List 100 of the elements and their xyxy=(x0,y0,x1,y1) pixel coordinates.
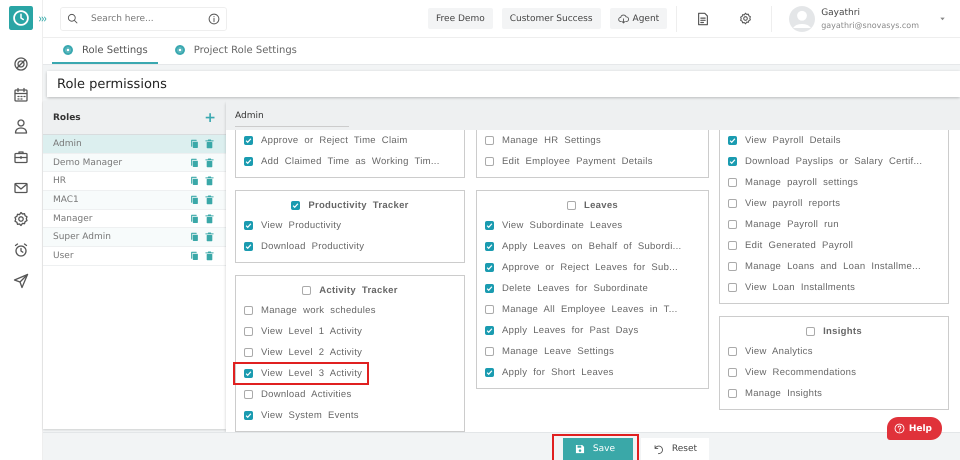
copy-icon[interactable] xyxy=(190,232,199,242)
gear-icon xyxy=(62,44,74,56)
alarm-clock-icon[interactable] xyxy=(13,242,29,258)
user-name: Gayathri xyxy=(821,8,861,18)
briefcase-icon[interactable] xyxy=(13,149,29,165)
checkbox[interactable] xyxy=(566,200,576,210)
permission-label: Edit Employee Payment Details xyxy=(502,156,653,167)
search-field[interactable]: Search here... xyxy=(60,6,227,30)
tab[interactable]: Project Role Settings xyxy=(164,38,307,64)
trash-icon[interactable] xyxy=(205,158,214,168)
send-icon[interactable] xyxy=(13,273,29,289)
checkbox[interactable] xyxy=(244,369,253,378)
permission-label: View Productivity xyxy=(261,220,342,231)
checkbox[interactable] xyxy=(728,283,737,292)
checkbox[interactable] xyxy=(728,347,737,356)
user-email: gayathri@snovasys.com xyxy=(821,20,919,30)
role-item[interactable]: HR xyxy=(43,172,226,192)
role-name-field[interactable]: Admin xyxy=(235,104,349,126)
help-icon xyxy=(894,423,905,434)
calendar-icon[interactable] xyxy=(13,87,29,103)
checkbox[interactable] xyxy=(485,368,494,377)
role-item[interactable]: Super Admin xyxy=(43,228,226,248)
trash-icon[interactable] xyxy=(205,194,214,205)
checkbox[interactable] xyxy=(244,411,253,420)
permission-label: Apply Leaves for Past Days xyxy=(502,325,638,336)
checkbox[interactable] xyxy=(244,348,253,357)
trash-icon[interactable] xyxy=(205,138,214,149)
checkbox[interactable] xyxy=(728,262,737,271)
copy-icon[interactable] xyxy=(190,194,199,205)
trash-icon[interactable] xyxy=(205,250,214,261)
checkbox[interactable] xyxy=(728,178,737,187)
role-item[interactable]: User xyxy=(43,247,226,266)
checkbox[interactable] xyxy=(244,306,253,315)
add-button[interactable]: + xyxy=(204,110,216,126)
role-item[interactable]: Demo Manager xyxy=(43,154,226,172)
role-item[interactable]: MAC1 xyxy=(43,191,226,210)
copy-icon[interactable] xyxy=(190,176,199,186)
reset-button[interactable]: Reset xyxy=(640,438,710,460)
settings-icon[interactable] xyxy=(739,12,752,25)
checkbox[interactable] xyxy=(728,368,737,377)
permission-label: Manage Insights xyxy=(745,388,822,399)
top-button[interactable]: Free Demo xyxy=(428,8,493,29)
checkbox[interactable] xyxy=(244,242,253,251)
permission-label: View Loan Installments xyxy=(745,282,856,293)
trash-icon[interactable] xyxy=(205,214,214,224)
checkbox[interactable] xyxy=(302,286,312,294)
user-icon[interactable] xyxy=(13,118,29,134)
gear-icon xyxy=(174,44,186,56)
checkbox[interactable] xyxy=(485,242,494,251)
checkbox[interactable] xyxy=(291,200,300,210)
permission-label: Manage payroll settings xyxy=(745,177,858,188)
permission-label: Download Activities xyxy=(261,389,352,400)
role-item[interactable]: Manager xyxy=(43,210,226,228)
save-button[interactable]: Save xyxy=(562,438,633,460)
permission-label: View Level 3 Activity xyxy=(261,368,362,379)
copy-icon[interactable] xyxy=(190,214,199,224)
permission-label: Delete Leaves for Subordinate xyxy=(502,283,648,294)
checkbox[interactable] xyxy=(728,157,737,166)
caret-icon[interactable] xyxy=(939,15,946,22)
checkbox[interactable] xyxy=(485,263,494,272)
mail-icon[interactable] xyxy=(13,180,29,196)
checkbox[interactable] xyxy=(728,136,737,145)
expand-chevrons-icon[interactable] xyxy=(38,14,48,22)
group-title: Productivity Tracker xyxy=(308,200,409,210)
checkbox[interactable] xyxy=(485,347,494,356)
permission-label: Add Claimed Time as Working Tim... xyxy=(261,156,440,167)
checkbox[interactable] xyxy=(485,284,494,293)
copy-icon[interactable] xyxy=(190,158,199,168)
checkbox[interactable] xyxy=(728,241,737,250)
top-button[interactable]: Agent xyxy=(610,8,668,29)
checkbox[interactable] xyxy=(728,220,737,229)
checkbox[interactable] xyxy=(244,221,253,230)
checkbox[interactable] xyxy=(244,136,253,145)
checkbox[interactable] xyxy=(244,327,253,336)
checkbox[interactable] xyxy=(728,389,737,398)
logo-icon[interactable] xyxy=(9,6,33,30)
document-icon[interactable] xyxy=(696,12,710,26)
settings-icon[interactable] xyxy=(13,211,29,227)
permission-label: Manage All Employee Leaves in T... xyxy=(502,304,678,315)
checkbox[interactable] xyxy=(485,157,494,166)
checkbox[interactable] xyxy=(806,326,816,336)
checkbox[interactable] xyxy=(485,305,494,314)
checkbox[interactable] xyxy=(485,136,494,145)
top-button[interactable]: Customer Success xyxy=(502,8,601,29)
info-icon[interactable] xyxy=(208,12,220,24)
permission-label: View Analytics xyxy=(745,346,813,357)
checkbox[interactable] xyxy=(244,390,253,399)
role-item[interactable]: Admin xyxy=(43,135,226,154)
trash-icon[interactable] xyxy=(205,232,214,242)
permission-label: Manage Payroll run xyxy=(745,219,839,230)
checkbox[interactable] xyxy=(728,199,737,208)
permission-label: Approve or Reject Time Claim xyxy=(261,135,408,146)
copy-icon[interactable] xyxy=(190,138,199,149)
checkbox[interactable] xyxy=(485,326,494,335)
checkbox[interactable] xyxy=(244,157,253,166)
copy-icon[interactable] xyxy=(190,250,199,261)
checkbox[interactable] xyxy=(485,221,494,230)
help-button[interactable]: Help xyxy=(886,417,942,440)
permission-label: Manage Leave Settings xyxy=(502,346,614,357)
trash-icon[interactable] xyxy=(205,176,214,186)
